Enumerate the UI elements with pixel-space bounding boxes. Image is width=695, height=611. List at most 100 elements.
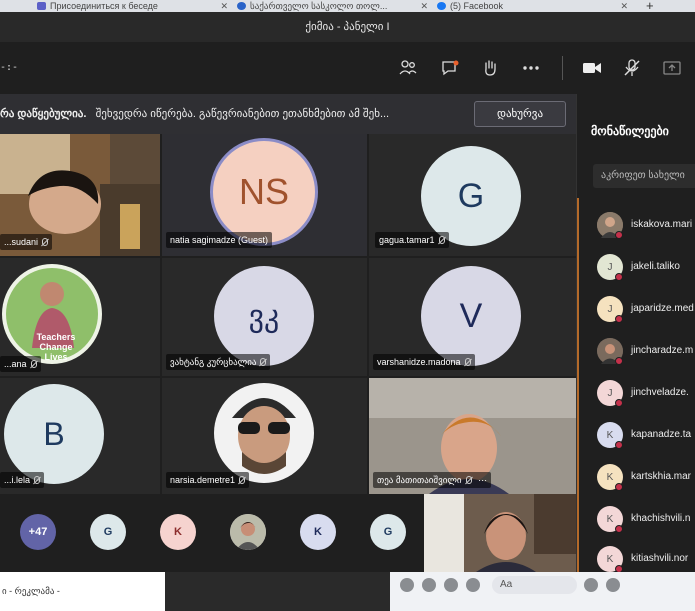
participant-name: iskakova.mari xyxy=(631,219,693,230)
add-icon[interactable] xyxy=(400,578,414,592)
hand-icon xyxy=(485,60,496,76)
camera-button[interactable] xyxy=(582,58,602,78)
mic-muted-icon xyxy=(260,358,267,366)
participant-list-item[interactable]: K kapanadze.ta xyxy=(597,422,695,452)
participant-overflow-bar: +47 G K K G xyxy=(0,494,424,572)
video-tile[interactable]: NS natia sagimadze (Guest) xyxy=(162,134,367,256)
share-button[interactable] xyxy=(662,58,682,78)
participant-name: kartskhia.mar xyxy=(631,471,692,482)
banner-bold-text: რა დაწყებულია. xyxy=(0,108,87,120)
presence-busy-icon xyxy=(615,483,623,491)
participant-name: gagua.tamar1 xyxy=(375,232,449,248)
emoji-icon[interactable] xyxy=(584,578,598,592)
video-tile[interactable]: G gagua.tamar1 xyxy=(369,134,576,256)
image-icon[interactable] xyxy=(422,578,436,592)
participants-panel: მონაწილეები აკრიფეთ სახელი iskakova.mari… xyxy=(576,94,695,573)
participant-chip[interactable]: G xyxy=(370,514,406,550)
participant-name: ...ana xyxy=(0,356,41,372)
video-tile[interactable]: თეა მათითაიშვილი ··· xyxy=(369,378,576,494)
participant-chip[interactable] xyxy=(230,514,266,550)
background-windows: ი - რეკლამა - Aa xyxy=(0,572,695,611)
background-window xyxy=(165,572,390,611)
participant-list-item[interactable]: K kartskhia.mar xyxy=(597,464,695,494)
more-options-button[interactable] xyxy=(521,58,541,78)
raise-hand-button[interactable] xyxy=(480,58,500,78)
meeting-toolbar: -:- xyxy=(0,42,695,94)
presence-busy-icon xyxy=(615,399,623,407)
participant-chip[interactable]: G xyxy=(90,514,126,550)
close-icon[interactable]: ✕ xyxy=(620,0,628,12)
participant-name: kapanadze.ta xyxy=(631,429,692,440)
new-tab-button[interactable]: + xyxy=(646,0,654,12)
participant-list-item[interactable]: J jinchveladze. xyxy=(597,380,695,410)
title-bar: ქიმია - პანელი I xyxy=(0,12,695,42)
banner-text: რა დაწყებულია. შეხვედრა იწერება. გაწევრი… xyxy=(0,107,389,120)
participant-name: japaridze.med xyxy=(631,303,694,314)
video-tile[interactable]: B ...i.lela xyxy=(0,378,160,494)
microphone-button[interactable] xyxy=(622,58,642,78)
presence-busy-icon xyxy=(615,357,623,365)
more-icon xyxy=(523,66,539,70)
participant-name: varshanidze.madona xyxy=(373,354,475,370)
close-icon[interactable]: ✕ xyxy=(420,0,428,12)
browser-tab[interactable]: საქართველო სასკოლო თოლ... ✕ xyxy=(234,0,432,12)
mic-muted-icon xyxy=(465,476,472,484)
browser-tab[interactable]: Присоединиться к беседе ✕ xyxy=(34,0,232,12)
background-window: ი - რეკლამა - xyxy=(0,572,165,611)
mic-off-icon xyxy=(624,59,640,76)
participant-list-item[interactable]: J jakeli.taliko xyxy=(597,254,695,284)
like-icon[interactable] xyxy=(606,578,620,592)
avatar: B xyxy=(4,384,104,484)
browser-tab-strip: Присоединиться к беседе ✕ საქართველო სას… xyxy=(0,0,695,12)
participant-name: ...i.lela xyxy=(0,472,45,488)
gif-icon[interactable] xyxy=(466,578,480,592)
more-participants-button[interactable]: +47 xyxy=(20,514,56,550)
participant-name: თეა მათითაიშვილი ··· xyxy=(373,472,492,488)
video-tile[interactable]: V varshanidze.madona xyxy=(369,258,576,376)
participant-name: ვახტანგ კურცხალია xyxy=(166,354,271,370)
participant-photo xyxy=(230,514,266,550)
tab-label: საქართველო სასკოლო თოლ... xyxy=(250,1,388,11)
tab-label: (5) Facebook xyxy=(450,1,504,11)
participant-list-item[interactable]: K khachishvili.n xyxy=(597,506,695,536)
dismiss-button[interactable]: დახურვა xyxy=(474,101,566,127)
participant-list-item[interactable]: iskakova.mari xyxy=(597,212,695,242)
mic-muted-icon xyxy=(464,358,471,366)
more-icon[interactable]: ··· xyxy=(478,475,487,485)
video-tile[interactable]: ვკ ვახტანგ კურცხალია xyxy=(162,258,367,376)
self-video[interactable] xyxy=(424,494,576,572)
video-tile[interactable]: Teachers Change Lives ...ana xyxy=(0,258,160,376)
avatar: V xyxy=(421,266,521,366)
window-text: ი - რეკლამა - xyxy=(2,586,60,596)
chat-button[interactable] xyxy=(440,58,460,78)
video-tile[interactable]: ...sudani xyxy=(0,134,160,256)
mic-muted-icon xyxy=(34,476,41,484)
mic-muted-icon xyxy=(42,238,49,246)
recording-banner: რა დაწყებულია. შეხვედრა იწერება. გაწევრი… xyxy=(0,94,576,134)
participant-search-input[interactable]: აკრიფეთ სახელი xyxy=(593,164,695,188)
video-tile[interactable]: narsia.demetre1 xyxy=(162,378,367,494)
video-grid: ...sudani NS natia sagimadze (Guest) G g… xyxy=(0,134,576,494)
participant-list-item[interactable]: J japaridze.med xyxy=(597,296,695,326)
participant-name: khachishvili.n xyxy=(631,513,691,524)
participant-name: kitiashvili.nor xyxy=(631,553,689,564)
mic-muted-icon xyxy=(239,476,246,484)
meeting-title: ქიმია - პანელი I xyxy=(305,21,390,33)
avatar: NS xyxy=(210,138,318,246)
participant-chip[interactable]: K xyxy=(300,514,336,550)
close-icon[interactable]: ✕ xyxy=(220,0,228,12)
sticker-icon[interactable] xyxy=(444,578,458,592)
participant-list-item[interactable]: jincharadze.m xyxy=(597,338,695,368)
tab-label: Присоединиться к беседе xyxy=(50,1,158,11)
facebook-icon xyxy=(437,2,446,10)
banner-message: შეხვედრა იწერება. გაწევრიანებით ეთანხმებ… xyxy=(95,108,390,120)
presence-busy-icon xyxy=(615,525,623,533)
participant-video xyxy=(424,494,576,572)
presence-busy-icon xyxy=(615,273,623,281)
message-input[interactable]: Aa xyxy=(492,576,577,594)
participants-button[interactable] xyxy=(398,58,418,78)
participant-name: ...sudani xyxy=(0,234,53,250)
browser-tab[interactable]: (5) Facebook ✕ xyxy=(434,0,632,12)
toolbar-divider xyxy=(562,56,563,80)
participant-chip[interactable]: K xyxy=(160,514,196,550)
